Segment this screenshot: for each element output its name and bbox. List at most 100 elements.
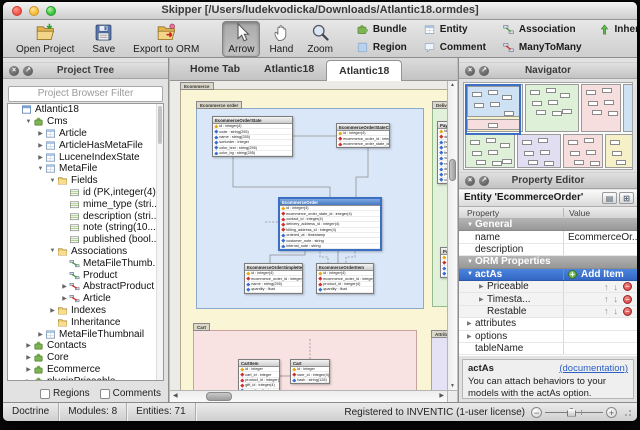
float-panel-icon[interactable]: ↗ (23, 66, 33, 76)
vertical-scrollbar-thumb[interactable] (449, 159, 456, 181)
scroll-up-icon[interactable]: ▲ (448, 81, 457, 89)
property-row-restable[interactable]: Restable↑↓− (459, 306, 637, 318)
diagram-entity-ecommerceorder[interactable]: EcommerceOrderid : integer(4)ecommerce_o… (278, 197, 382, 251)
tree-item-note-string-10[interactable]: note (string(10... (8, 222, 163, 234)
toolbar-button-manytomany[interactable]: ManyToMany (502, 40, 582, 55)
tree-expander-icon[interactable]: ▶ (36, 130, 45, 137)
zoom-slider-track[interactable] (545, 408, 603, 417)
tree-expander-icon[interactable]: ▼ (24, 119, 33, 125)
tree-item-metafilethumb[interactable]: MetaFileThumb... (8, 257, 163, 269)
toolbar-button-open-project[interactable]: Open Project (11, 21, 79, 57)
close-window-button[interactable] (12, 6, 22, 16)
tree-item-article[interactable]: ▶Article (8, 128, 163, 140)
horizontal-scrollbar-thumb[interactable] (206, 392, 232, 401)
close-panel-icon[interactable]: × (465, 66, 475, 76)
diagram-canvas[interactable]: ▲ ▼ ◀ ▶ EcommerceEcommerce orderDelivery… (170, 81, 457, 402)
tree-expander-icon[interactable]: ▶ (36, 331, 45, 338)
tree-item-published-bool[interactable]: published (bool... (8, 234, 163, 246)
diagram-entity-ecommerceorderstate[interactable]: EcommerceOrderStateid : integer(4)code :… (212, 116, 293, 157)
property-row-actas[interactable]: ▼actAs+Add Item (459, 269, 637, 281)
tree-item-mime-type-stri[interactable]: mime_type (stri... (8, 198, 163, 210)
documentation-link[interactable]: (documentation) (559, 363, 628, 374)
tree-item-article[interactable]: ▶Article (8, 293, 163, 305)
property-row-attributes[interactable]: ▶attributes (459, 318, 637, 330)
toolbar-button-bundle[interactable]: Bundle (356, 22, 407, 37)
tree-item-product[interactable]: Product (8, 269, 163, 281)
move-up-icon[interactable]: ↑ (604, 294, 609, 304)
toolbar-button-inheritance[interactable]: Inheritance (598, 22, 637, 37)
toolbar-button-comment[interactable]: Comment (423, 40, 486, 55)
minimize-window-button[interactable] (29, 6, 39, 16)
horizontal-scrollbar[interactable]: ◀ ▶ (170, 390, 447, 402)
project-browser-filter-input[interactable] (8, 86, 163, 102)
navigator-minimap[interactable] (463, 82, 633, 170)
property-row-orm-properties[interactable]: ▼ORM Properties (459, 256, 637, 268)
diagram-entity-ecommerceordersimpleitem[interactable]: EcommerceOrderSimpleItemid : integer(4)e… (244, 263, 303, 294)
tree-expander-icon[interactable]: ▼ (48, 248, 57, 254)
row-expander-icon[interactable]: ▶ (467, 333, 475, 340)
tree-expander-icon[interactable]: ▶ (24, 354, 33, 361)
zoom-window-button[interactable] (46, 6, 56, 16)
tree-item-cms[interactable]: ▼Cms (8, 116, 163, 128)
move-down-icon[interactable]: ↓ (614, 306, 619, 316)
tree-item-abstractproduct[interactable]: ▶AbstractProduct (8, 281, 163, 293)
tab-home-tab[interactable]: Home Tab (178, 59, 252, 80)
tree-item-contacts[interactable]: ▶Contacts (8, 340, 163, 352)
toolbar-button-region[interactable]: Region (356, 40, 407, 55)
property-row-options[interactable]: ▶options (459, 331, 637, 343)
toolbar-button-zoom[interactable]: Zoom (302, 21, 338, 57)
scroll-down-icon[interactable]: ▼ (448, 382, 457, 390)
zoom-slider-thumb[interactable] (567, 408, 576, 417)
close-panel-icon[interactable]: × (465, 176, 475, 186)
tree-item-luceneindexstate[interactable]: ▶LuceneIndexState (8, 151, 163, 163)
tree-expander-icon[interactable]: ▼ (48, 178, 57, 184)
row-expander-icon[interactable]: ▶ (467, 320, 475, 327)
tree-item-associations[interactable]: ▼Associations (8, 246, 163, 258)
toolbar-button-association[interactable]: Association (502, 22, 582, 37)
close-panel-icon[interactable]: × (9, 66, 19, 76)
minimap-viewport[interactable] (465, 84, 521, 135)
tree-scrollbar-thumb[interactable] (158, 106, 162, 144)
tree-item-core[interactable]: ▶Core (8, 352, 163, 364)
property-row-general[interactable]: ▼General (459, 219, 637, 231)
tree-item-articlehasmetafile[interactable]: ▶ArticleHasMetaFile (8, 139, 163, 151)
toolbar-button-hand[interactable]: Hand (264, 21, 298, 57)
tree-item-indexes[interactable]: ▶Indexes (8, 305, 163, 317)
add-item-icon[interactable]: + (568, 270, 577, 279)
zoom-out-icon[interactable]: − (531, 407, 542, 418)
move-up-icon[interactable]: ↑ (604, 306, 609, 316)
tree-expander-icon[interactable]: ▶ (60, 295, 69, 302)
diagram-entity-cart[interactable]: Cartid : integeruser_id : integer(4)hash… (290, 359, 330, 384)
tree-item-atlantic18[interactable]: Atlantic18 (8, 104, 163, 116)
tree-item-metafile[interactable]: ▼MetaFile (8, 163, 163, 175)
row-expander-icon[interactable]: ▼ (467, 271, 475, 277)
tree-item-fields[interactable]: ▼Fields (8, 175, 163, 187)
tab-atlantic18[interactable]: Atlantic18 (326, 60, 402, 81)
tree-expander-icon[interactable]: ▶ (24, 366, 33, 373)
section-expander-icon[interactable]: ▼ (467, 222, 475, 228)
tab-atlantic18[interactable]: Atlantic18 (252, 59, 326, 80)
tree-scrollbar[interactable] (156, 104, 163, 380)
toolbar-button-save[interactable]: Save (87, 21, 120, 57)
tree-expander-icon[interactable]: ▶ (36, 154, 45, 161)
tree-item-metafilethumbnail[interactable]: ▶MetaFileThumbnail (8, 328, 163, 340)
move-down-icon[interactable]: ↓ (614, 294, 619, 304)
property-row-tablename[interactable]: tableName (459, 343, 637, 355)
tree-expander-icon[interactable]: ▼ (36, 166, 45, 172)
toolbar-button-arrow[interactable]: Arrow (222, 21, 260, 57)
float-panel-icon[interactable]: ↗ (479, 66, 489, 76)
toolbar-button-entity[interactable]: Entity (423, 22, 486, 37)
move-up-icon[interactable]: ↑ (604, 282, 609, 292)
diagram-entity-ecommerceorderitem[interactable]: EcommerceOrderItemid : integer(4)ecommer… (316, 263, 374, 294)
resize-grip[interactable] (623, 408, 631, 416)
property-row-priceable[interactable]: ▶Priceable↑↓− (459, 281, 637, 293)
scroll-left-icon[interactable]: ◀ (173, 391, 178, 402)
row-expander-icon[interactable]: ▶ (479, 283, 487, 290)
comments-checkbox[interactable]: Comments (100, 388, 161, 399)
row-expander-icon[interactable]: ▶ (479, 296, 487, 303)
tree-item-inheritance[interactable]: Inheritance (8, 316, 163, 328)
property-row-description[interactable]: description (459, 244, 637, 256)
regions-checkbox[interactable]: Regions (40, 388, 90, 399)
property-row-timesta[interactable]: ▶Timesta...↑↓− (459, 293, 637, 305)
tree-item-id-pk-integer-4[interactable]: id (PK,integer(4)... (8, 187, 163, 199)
